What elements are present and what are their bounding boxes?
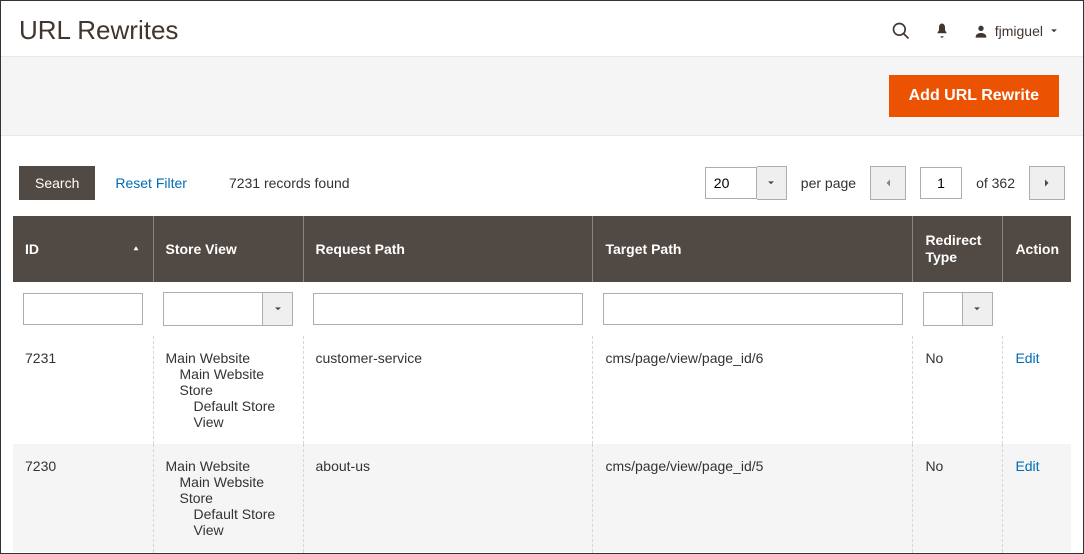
store-line: Default Store View	[166, 506, 291, 538]
col-header-action: Action	[1003, 216, 1071, 282]
col-header-target-path[interactable]: Target Path	[593, 216, 913, 282]
cell-request-path: customer-service	[303, 336, 593, 444]
chevron-down-icon	[766, 178, 776, 188]
records-found-label: 7231 records found	[229, 175, 350, 191]
col-header-request-path[interactable]: Request Path	[303, 216, 593, 282]
page-title: URL Rewrites	[19, 15, 178, 46]
cell-id: 7231	[13, 336, 153, 444]
current-page-input[interactable]	[920, 167, 962, 199]
cell-id: 7230	[13, 444, 153, 552]
chevron-down-icon	[972, 304, 982, 314]
edit-link[interactable]: Edit	[1015, 350, 1039, 366]
filter-id-input[interactable]	[23, 293, 143, 325]
cell-store-view: Main Website Main Website Store Default …	[153, 336, 303, 444]
page-size-input[interactable]	[705, 167, 757, 199]
filter-request-path-input[interactable]	[313, 293, 583, 325]
cell-redirect-type: No	[913, 336, 1003, 444]
chevron-right-icon	[1041, 177, 1053, 189]
url-rewrites-grid: ID Store View Request Path Target Path R…	[13, 216, 1071, 554]
col-header-redirect-type[interactable]: Redirect Type	[913, 216, 1003, 282]
table-row: 7230 Main Website Main Website Store Def…	[13, 444, 1071, 552]
cell-store-view: Main Website Main Website Store Default …	[153, 444, 303, 552]
col-header-store-view[interactable]: Store View	[153, 216, 303, 282]
col-header-id[interactable]: ID	[13, 216, 153, 282]
edit-link[interactable]: Edit	[1015, 458, 1039, 474]
search-button[interactable]: Search	[19, 166, 95, 200]
chevron-down-icon	[1049, 26, 1059, 36]
col-header-id-label: ID	[25, 241, 39, 257]
store-line: Main Website	[166, 458, 291, 474]
cell-redirect-type: No	[913, 444, 1003, 552]
filter-target-path-input[interactable]	[603, 293, 903, 325]
filter-store-view-dropdown[interactable]	[263, 292, 293, 326]
cell-target-path: cms/page/view/page_id/5	[593, 444, 913, 552]
user-name: fjmiguel	[995, 23, 1043, 39]
header-row: ID Store View Request Path Target Path R…	[13, 216, 1071, 282]
actions-bar: Add URL Rewrite	[1, 56, 1083, 136]
total-pages-label: of 362	[976, 175, 1015, 191]
store-line: Main Website Store	[166, 366, 291, 398]
grid-toolbar: Search Reset Filter 7231 records found p…	[1, 136, 1083, 216]
filter-redirect-type-dropdown[interactable]	[963, 292, 993, 326]
store-line: Main Website Store	[166, 474, 291, 506]
chevron-down-icon	[273, 304, 283, 314]
table-row: 7231 Main Website Main Website Store Def…	[13, 336, 1071, 444]
chevron-left-icon	[882, 177, 894, 189]
store-line: Main Website	[166, 350, 291, 366]
prev-page-button[interactable]	[870, 166, 906, 200]
per-page-label: per page	[801, 175, 856, 191]
cell-target-path: cms/page/view/page_id/6	[593, 336, 913, 444]
filter-redirect-type-select[interactable]	[923, 292, 963, 326]
sort-asc-icon	[131, 241, 141, 257]
add-url-rewrite-button[interactable]: Add URL Rewrite	[889, 75, 1059, 117]
page-size-select[interactable]	[705, 166, 787, 200]
cell-request-path: about-us	[303, 444, 593, 552]
user-menu[interactable]: fjmiguel	[973, 23, 1059, 39]
header-toolbar: fjmiguel	[891, 21, 1059, 41]
filter-row	[13, 282, 1071, 336]
bell-icon[interactable]	[933, 22, 951, 40]
store-line: Default Store View	[166, 398, 291, 430]
reset-filter-link[interactable]: Reset Filter	[115, 175, 187, 191]
search-icon[interactable]	[891, 21, 911, 41]
filter-store-view-select[interactable]	[163, 292, 263, 326]
page-size-dropdown[interactable]	[757, 166, 787, 200]
next-page-button[interactable]	[1029, 166, 1065, 200]
